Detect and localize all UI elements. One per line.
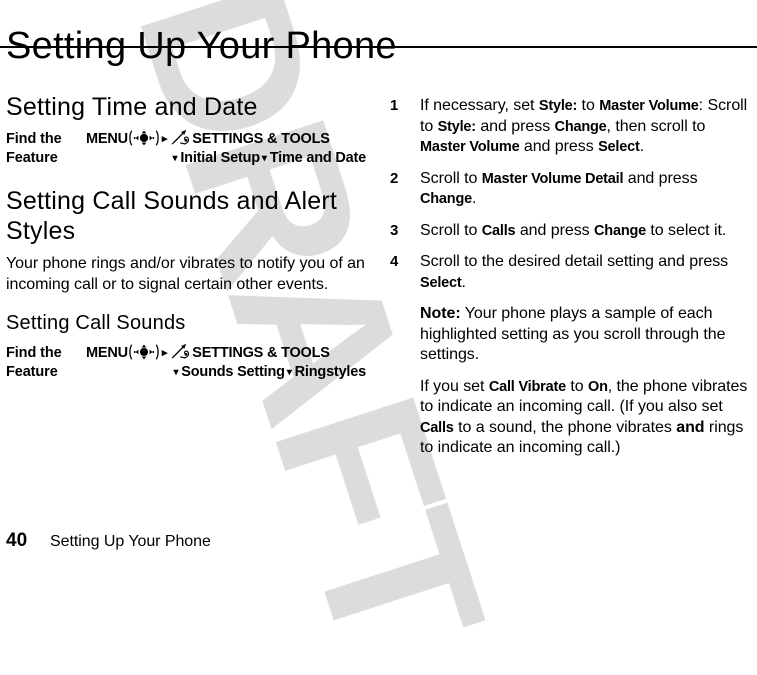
right-column: 1 If necessary, set Style: to Master Volu… [390, 96, 752, 470]
menu-key-label: MENU [86, 131, 128, 147]
chevron-down-icon-2: ▾ [261, 153, 267, 164]
settings-tools-icon [171, 130, 190, 146]
step-text: Scroll to Master Volume Detail and press… [420, 169, 752, 210]
feature-path-2-row-2: ▾ Sounds Setting ▾ Ringstyles [86, 363, 366, 382]
find-the-feature-label-2-line2: Feature [6, 364, 58, 380]
find-the-feature-label: Find the Feature [6, 130, 86, 168]
step-run: . [639, 138, 645, 155]
find-the-feature-call-sounds: Find the Feature MENU ▸ SETTINGS & TOOLS ▾… [6, 344, 366, 382]
find-the-feature-label-2: Find the Feature [6, 344, 86, 382]
step-keyword: Change [594, 222, 647, 239]
header-divider [0, 46, 757, 48]
step-item: 3 Scroll to Calls and press Change to sel… [390, 221, 752, 242]
step-keyword: Select [420, 274, 462, 291]
footer-page-number: 40 [6, 530, 28, 551]
chevron-down-icon-4: ▾ [286, 367, 292, 378]
destination-menu-label: SETTINGS & TOOLS [192, 131, 330, 147]
vibrate-paragraph: If you set Call Vibrate to On, the phone… [420, 377, 752, 459]
chevron-right-icon: ▸ [161, 133, 168, 145]
step-run: and press [623, 169, 698, 187]
paragraph-run: to a sound, the phone vibrates [453, 418, 677, 436]
destination-menu-label-2: SETTINGS & TOOLS [192, 345, 330, 361]
feature-path-row-1: MENU ▸ SETTINGS & TOOLS [86, 130, 366, 149]
step-run: , then scroll to [606, 117, 706, 135]
step-run: and press [475, 117, 555, 135]
navigation-pad-icon-2 [129, 344, 159, 360]
settings-tools-icon-2 [171, 344, 190, 360]
step-run: Scroll to [420, 221, 482, 239]
paragraph-keyword: Calls [420, 419, 454, 436]
manual-page: Setting Up Your Phone Setting Time and D… [0, 0, 757, 568]
feature-path-2-item-1: Sounds Setting [181, 364, 285, 380]
paragraph-run: to [565, 377, 588, 395]
left-column: Setting Time and Date Find the Feature M… [6, 92, 366, 400]
step-keyword: Master Volume [420, 139, 520, 155]
paragraph-keyword: Call Vibrate [488, 378, 566, 395]
feature-path-item-1: Initial Setup [180, 150, 260, 166]
step-run: Scroll to the desired detail setting and… [420, 253, 729, 270]
step-text: If necessary, set Style: to Master Volum… [420, 96, 752, 158]
paragraph-run: If you set [420, 377, 489, 395]
intro-paragraph: Your phone rings and/or vibrates to noti… [6, 255, 365, 293]
numbered-steps-list: 1 If necessary, set Style: to Master Volu… [390, 96, 752, 293]
find-the-feature-time-and-date: Find the Feature MENU ▸ SETTINGS & TOOLS ▾… [6, 130, 366, 168]
chevron-right-icon-2: ▸ [161, 347, 168, 359]
step-item: 2 Scroll to Master Volume Detail and pres… [390, 169, 752, 210]
subsection-heading-setting-call-sounds: Setting Call Sounds [6, 312, 186, 334]
menu-key-label-2: MENU [86, 345, 128, 361]
feature-path-item-2: Time and Date [269, 150, 366, 166]
step-text: Scroll to Calls and press Change to sele… [420, 221, 752, 242]
paragraph-emphasis: and [676, 418, 705, 436]
step-keyword: Select [598, 139, 640, 155]
step-keyword: Master Volume Detail [481, 170, 624, 187]
step-run: . [471, 190, 477, 207]
step-item: 4 Scroll to the desired detail setting an… [390, 252, 752, 293]
step-number: 1 [390, 97, 399, 114]
step-item: 1 If necessary, set Style: to Master Volu… [390, 96, 752, 158]
feature-path-2-row-1: MENU ▸ SETTINGS & TOOLS [86, 344, 366, 363]
feature-path-row-2: ▾ Initial Setup ▾ Time and Date [86, 149, 367, 168]
step-run: to [577, 97, 600, 114]
chevron-down-icon-3: ▾ [173, 367, 179, 378]
step-keyword: Calls [481, 222, 516, 239]
paragraph-keyword: On [588, 378, 608, 395]
section-heading-time-and-date: Setting Time and Date [6, 93, 258, 121]
step-run: . [461, 273, 466, 291]
step-number: 3 [390, 221, 399, 239]
step-run: to select it. [646, 221, 727, 239]
note-text: Note: Your phone plays a sample of each … [420, 304, 752, 366]
find-the-feature-label-2-line1: Find the [6, 345, 62, 361]
navigation-pad-icon [129, 130, 159, 146]
step-keyword: Change [420, 191, 472, 207]
chevron-down-icon-1: ▾ [172, 153, 178, 164]
section-heading-call-sounds-alert-styles: Setting Call Sounds and Alert Styles [6, 187, 338, 245]
step-run: and press [515, 221, 595, 239]
step-run: and press [519, 138, 599, 155]
find-the-feature-path-2: MENU ▸ SETTINGS & TOOLS ▾ Sounds Setting ▾ Ri… [86, 344, 366, 382]
find-the-feature-label-line1: Find the [6, 131, 62, 147]
note-block: Note: Your phone plays a sample of each … [420, 304, 752, 366]
note-label: Note: [420, 305, 461, 322]
feature-path-2-item-2: Ringstyles [294, 364, 367, 380]
step-keyword: Style: [538, 98, 578, 114]
vibrate-paragraph-block: If you set Call Vibrate to On, the phone… [420, 377, 752, 459]
step-text: Scroll to the desired detail setting and… [420, 252, 752, 293]
step-run: If necessary, set [420, 97, 539, 114]
note-body: Your phone plays a sample of each highli… [420, 305, 726, 363]
find-the-feature-label-line2: Feature [6, 150, 58, 166]
footer-chapter-title: Setting Up Your Phone [50, 533, 211, 550]
step-number: 4 [390, 253, 399, 270]
page-footer: 40 Setting Up Your Phone [6, 530, 211, 552]
step-keyword: Master Volume [599, 98, 699, 114]
step-run: Scroll to [420, 169, 482, 187]
find-the-feature-path: MENU ▸ SETTINGS & TOOLS ▾ Initial Setup ▾ Tim… [86, 130, 366, 168]
step-keyword: Change [554, 118, 607, 135]
step-keyword: Style: [437, 118, 476, 135]
step-number: 2 [390, 169, 399, 187]
